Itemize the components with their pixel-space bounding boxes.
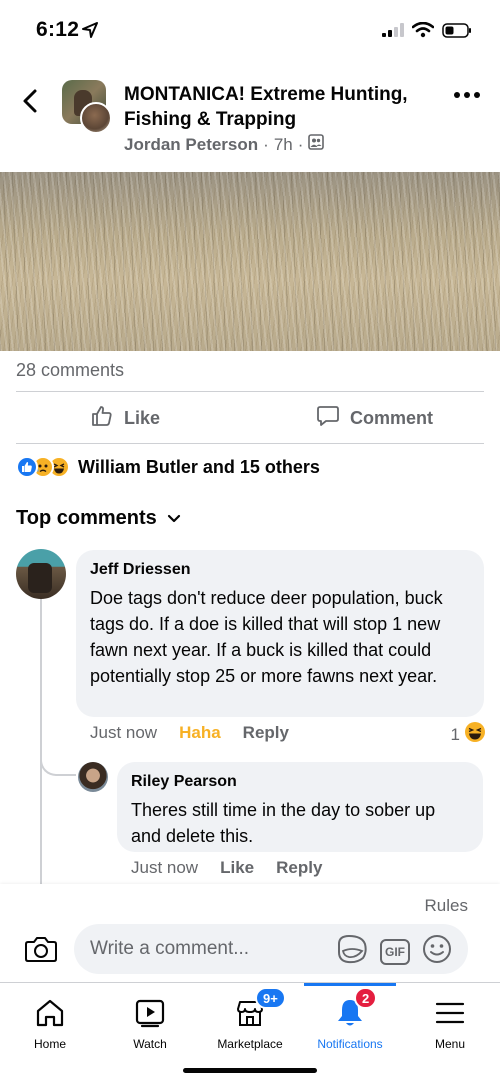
thumbs-up-icon bbox=[90, 404, 114, 433]
camera-icon[interactable] bbox=[25, 935, 57, 963]
comment-bubble[interactable]: Jeff Driessen Doe tags don't reduce deer… bbox=[76, 550, 484, 717]
bottom-tab-bar: Home Watch 9+ Marketplace 2 Notification… bbox=[0, 982, 500, 1083]
sort-label: Top comments bbox=[16, 507, 157, 529]
wifi-icon bbox=[411, 21, 435, 43]
comment-author[interactable]: Riley Pearson bbox=[131, 772, 469, 792]
back-arrow-icon[interactable] bbox=[18, 88, 44, 114]
menu-icon bbox=[434, 997, 466, 1029]
input-icons: GIF bbox=[336, 934, 452, 970]
tab-marketplace[interactable]: 9+ Marketplace bbox=[200, 983, 300, 1063]
post-header: MONTANICA! Extreme Hunting, Fishing & Tr… bbox=[0, 72, 500, 167]
meta-separator: · bbox=[263, 134, 269, 154]
thread-line bbox=[40, 596, 42, 884]
thread-connector bbox=[40, 748, 76, 776]
tab-watch[interactable]: Watch bbox=[100, 983, 200, 1063]
watch-icon bbox=[134, 997, 166, 1029]
action-row: Like Comment bbox=[0, 393, 500, 443]
commenter-avatar[interactable] bbox=[16, 549, 66, 599]
comment-input-placeholder: Write a comment... bbox=[90, 938, 250, 959]
haha-reaction-icon bbox=[464, 721, 486, 748]
post-photo[interactable] bbox=[0, 172, 500, 351]
comment-text: Theres still time in the day to sober up… bbox=[131, 800, 436, 846]
status-time: 6:12 bbox=[36, 18, 80, 41]
tab-label: Watch bbox=[133, 1037, 167, 1051]
like-button[interactable]: Like bbox=[90, 393, 160, 443]
gif-button[interactable]: GIF bbox=[380, 939, 410, 965]
post-author[interactable]: Jordan Peterson bbox=[124, 135, 258, 155]
like-label: Like bbox=[124, 407, 161, 428]
commenter-avatar[interactable] bbox=[78, 762, 108, 792]
status-icons bbox=[382, 21, 472, 43]
signal-icon bbox=[382, 23, 404, 42]
meta-separator: · bbox=[297, 134, 304, 154]
divider bbox=[16, 391, 484, 392]
comment-sort-dropdown[interactable]: Top comments bbox=[16, 507, 181, 530]
comment-author[interactable]: Jeff Driessen bbox=[90, 560, 470, 580]
chevron-down-icon bbox=[167, 507, 181, 530]
status-bar: 6:12 bbox=[0, 0, 500, 62]
group-name[interactable]: MONTANICA! Extreme Hunting, Fishing & Tr… bbox=[124, 82, 424, 132]
divider bbox=[16, 443, 484, 444]
marketplace-badge: 9+ bbox=[255, 987, 286, 1009]
home-indicator[interactable] bbox=[183, 1068, 317, 1073]
comment-label: Comment bbox=[350, 407, 434, 428]
group-avatar[interactable] bbox=[62, 80, 112, 134]
home-icon bbox=[34, 997, 66, 1029]
more-options-icon[interactable] bbox=[454, 92, 480, 98]
author-avatar bbox=[80, 102, 112, 134]
tab-label: Notifications bbox=[317, 1037, 383, 1051]
tab-notifications[interactable]: 2 Notifications bbox=[300, 983, 400, 1063]
reply-button[interactable]: Reply bbox=[276, 858, 322, 878]
rules-link[interactable]: Rules bbox=[425, 896, 468, 916]
comment-reaction-count[interactable]: 1 bbox=[451, 721, 486, 748]
tab-home[interactable]: Home bbox=[0, 983, 100, 1063]
group-audience-icon bbox=[308, 134, 325, 155]
comment-time[interactable]: Just now bbox=[131, 858, 198, 878]
emoji-icon[interactable] bbox=[422, 934, 452, 970]
battery-icon bbox=[442, 22, 472, 43]
like-reaction-icon bbox=[16, 456, 38, 478]
comment-button[interactable]: Comment bbox=[316, 393, 433, 443]
tab-menu[interactable]: Menu bbox=[400, 983, 500, 1063]
comment-bubble[interactable]: Riley Pearson Theres still time in the d… bbox=[117, 762, 483, 852]
like-comment-button[interactable]: Like bbox=[220, 858, 254, 878]
reply-button[interactable]: Reply bbox=[243, 723, 289, 743]
reactions-summary[interactable]: William Butler and 15 others bbox=[16, 456, 320, 478]
comment-input[interactable]: Write a comment... GIF bbox=[74, 924, 468, 974]
post-time[interactable]: 7h bbox=[274, 135, 293, 155]
comments-count[interactable]: 28 comments bbox=[16, 360, 124, 381]
tab-label: Marketplace bbox=[217, 1037, 283, 1051]
location-arrow-icon bbox=[82, 22, 98, 43]
reaction-button[interactable]: Haha bbox=[179, 723, 221, 743]
comment-text: Doe tags don't reduce deer population, b… bbox=[90, 588, 443, 686]
avatar-sticker-icon[interactable] bbox=[336, 934, 368, 970]
reaction-count-number: 1 bbox=[450, 724, 460, 744]
notifications-badge: 2 bbox=[354, 987, 378, 1009]
comment-bubble-icon bbox=[316, 404, 340, 433]
comment-meta: Just now Haha Reply bbox=[90, 723, 289, 743]
post-meta: Jordan Peterson · 7h · bbox=[124, 134, 325, 155]
comment-time[interactable]: Just now bbox=[90, 723, 157, 743]
tab-label: Home bbox=[33, 1037, 66, 1051]
tab-label: Menu bbox=[434, 1037, 466, 1051]
comment-meta: Just now Like Reply bbox=[131, 858, 322, 878]
reactions-text: William Butler and 15 others bbox=[78, 456, 320, 477]
